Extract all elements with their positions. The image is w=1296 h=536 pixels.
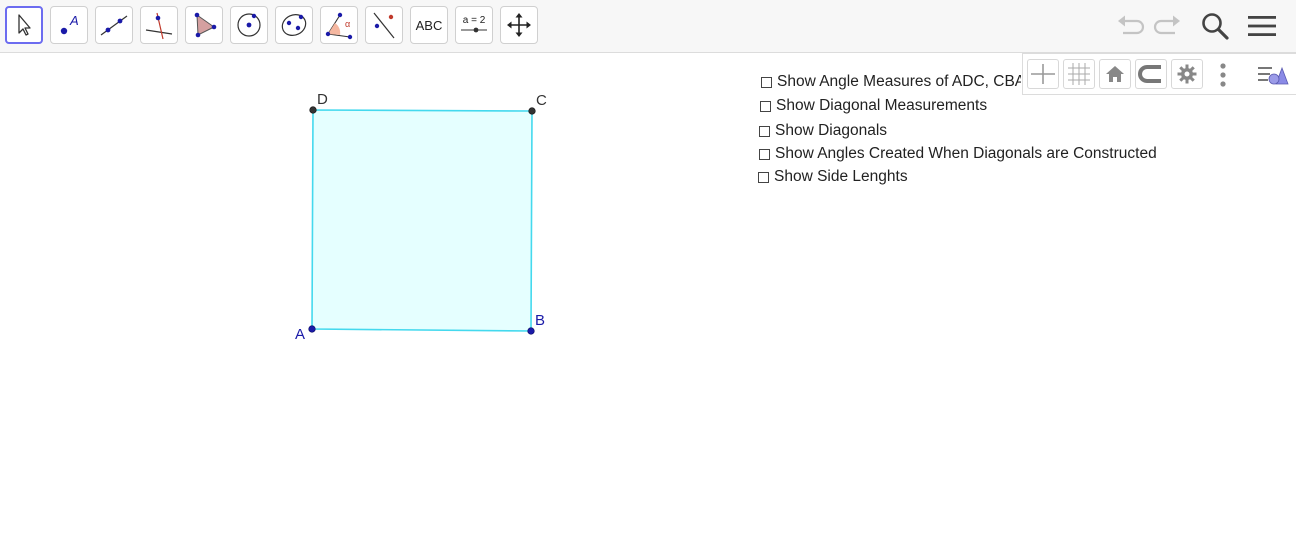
graphics-style-bar — [1022, 53, 1296, 95]
checkbox-box[interactable] — [759, 148, 770, 160]
checkbox-label: Show Side Lenghts — [774, 168, 908, 185]
checkbox-show-diagonals[interactable]: Show Diagonals — [759, 122, 887, 140]
move-arrows-icon — [507, 13, 531, 37]
more-options-button[interactable] — [1209, 57, 1237, 93]
toggle-axes-button[interactable] — [1027, 59, 1059, 89]
main-menu-button[interactable] — [1244, 8, 1280, 44]
checkbox-box[interactable] — [758, 171, 769, 183]
checkbox-diagonal-measurements[interactable]: Show Diagonal Measurements — [760, 97, 987, 115]
circle-tool-button[interactable] — [230, 6, 268, 44]
perpendicular-line-icon — [145, 12, 173, 40]
point-tool-button[interactable]: A — [50, 6, 88, 44]
cursor-arrow-icon — [18, 14, 31, 36]
polygon-tool-button[interactable] — [185, 6, 223, 44]
angle-icon: α — [325, 12, 353, 40]
reflect-about-line-icon — [373, 12, 395, 39]
standard-view-button[interactable] — [1099, 59, 1131, 89]
point-capturing-button[interactable] — [1135, 59, 1167, 89]
point-icon: A — [60, 13, 79, 35]
search-icon — [1202, 13, 1229, 40]
circle-center-icon — [237, 13, 261, 37]
axes-icon — [1031, 64, 1055, 84]
more-vertical-icon — [1220, 63, 1226, 87]
point-d-label: D — [317, 91, 328, 108]
point-c-label: C — [536, 92, 547, 109]
point-a[interactable] — [308, 325, 316, 333]
home-icon — [1106, 66, 1124, 82]
undo-icon — [1118, 15, 1145, 35]
point-b[interactable] — [527, 327, 535, 335]
slider-icon: a = 2 — [461, 15, 487, 33]
redo-button[interactable] — [1150, 8, 1186, 44]
text-tool-label: ABC — [415, 17, 443, 33]
slider-tool-button[interactable]: a = 2 — [455, 6, 493, 44]
move-graphics-tool-button[interactable] — [500, 6, 538, 44]
graphics-view[interactable]: A B C D — [0, 53, 1296, 536]
toggle-grid-button[interactable] — [1063, 59, 1095, 89]
redo-icon — [1153, 15, 1180, 35]
point-capturing-icon — [1138, 65, 1161, 83]
point-c[interactable] — [528, 107, 536, 115]
polygon-icon — [194, 12, 217, 38]
text-tool-button[interactable]: ABC — [410, 6, 448, 44]
point-b-label: B — [535, 312, 545, 329]
ellipse-icon — [281, 14, 307, 36]
undo-button[interactable] — [1112, 8, 1148, 44]
reflect-tool-button[interactable] — [365, 6, 403, 44]
ellipse-tool-button[interactable] — [275, 6, 313, 44]
search-button[interactable] — [1197, 8, 1233, 44]
angle-tool-label: α — [345, 19, 350, 29]
point-a-label: A — [295, 326, 305, 343]
line-icon — [100, 15, 128, 36]
line-tool-button[interactable] — [95, 6, 133, 44]
grid-icon — [1068, 63, 1090, 85]
graphics-settings-button[interactable] — [1171, 59, 1203, 89]
hamburger-menu-icon — [1248, 16, 1276, 36]
move-tool-button[interactable] — [5, 6, 43, 44]
style-bar-toggle-icon — [1258, 66, 1289, 85]
square-polygon[interactable] — [311, 109, 533, 332]
gear-icon — [1177, 64, 1197, 84]
checkbox-angle-measures[interactable]: Show Angle Measures of ADC, CBA — [761, 73, 1021, 91]
checkbox-box[interactable] — [759, 125, 770, 137]
slider-tool-label: a = 2 — [463, 15, 486, 26]
style-bar-toggle-button[interactable] — [1253, 57, 1293, 93]
top-toolbar: A α ABC a = 2 — [0, 0, 1296, 53]
checkbox-box[interactable] — [761, 76, 772, 88]
perpendicular-tool-button[interactable] — [140, 6, 178, 44]
point-d[interactable] — [309, 106, 317, 114]
checkbox-label: Show Diagonals — [775, 122, 888, 139]
checkbox-box[interactable] — [760, 100, 771, 112]
checkbox-diagonal-angles[interactable]: Show Angles Created When Diagonals are C… — [759, 145, 1157, 163]
checkbox-label: Show Diagonal Measurements — [776, 97, 988, 114]
checkbox-label: Show Angles Created When Diagonals are C… — [775, 145, 1157, 162]
angle-tool-button[interactable]: α — [320, 6, 358, 44]
checkbox-side-lengths[interactable]: Show Side Lenghts — [758, 168, 908, 186]
checkbox-label: Show Angle Measures of ADC, CBA — [777, 73, 1021, 90]
point-tool-label: A — [69, 13, 79, 28]
